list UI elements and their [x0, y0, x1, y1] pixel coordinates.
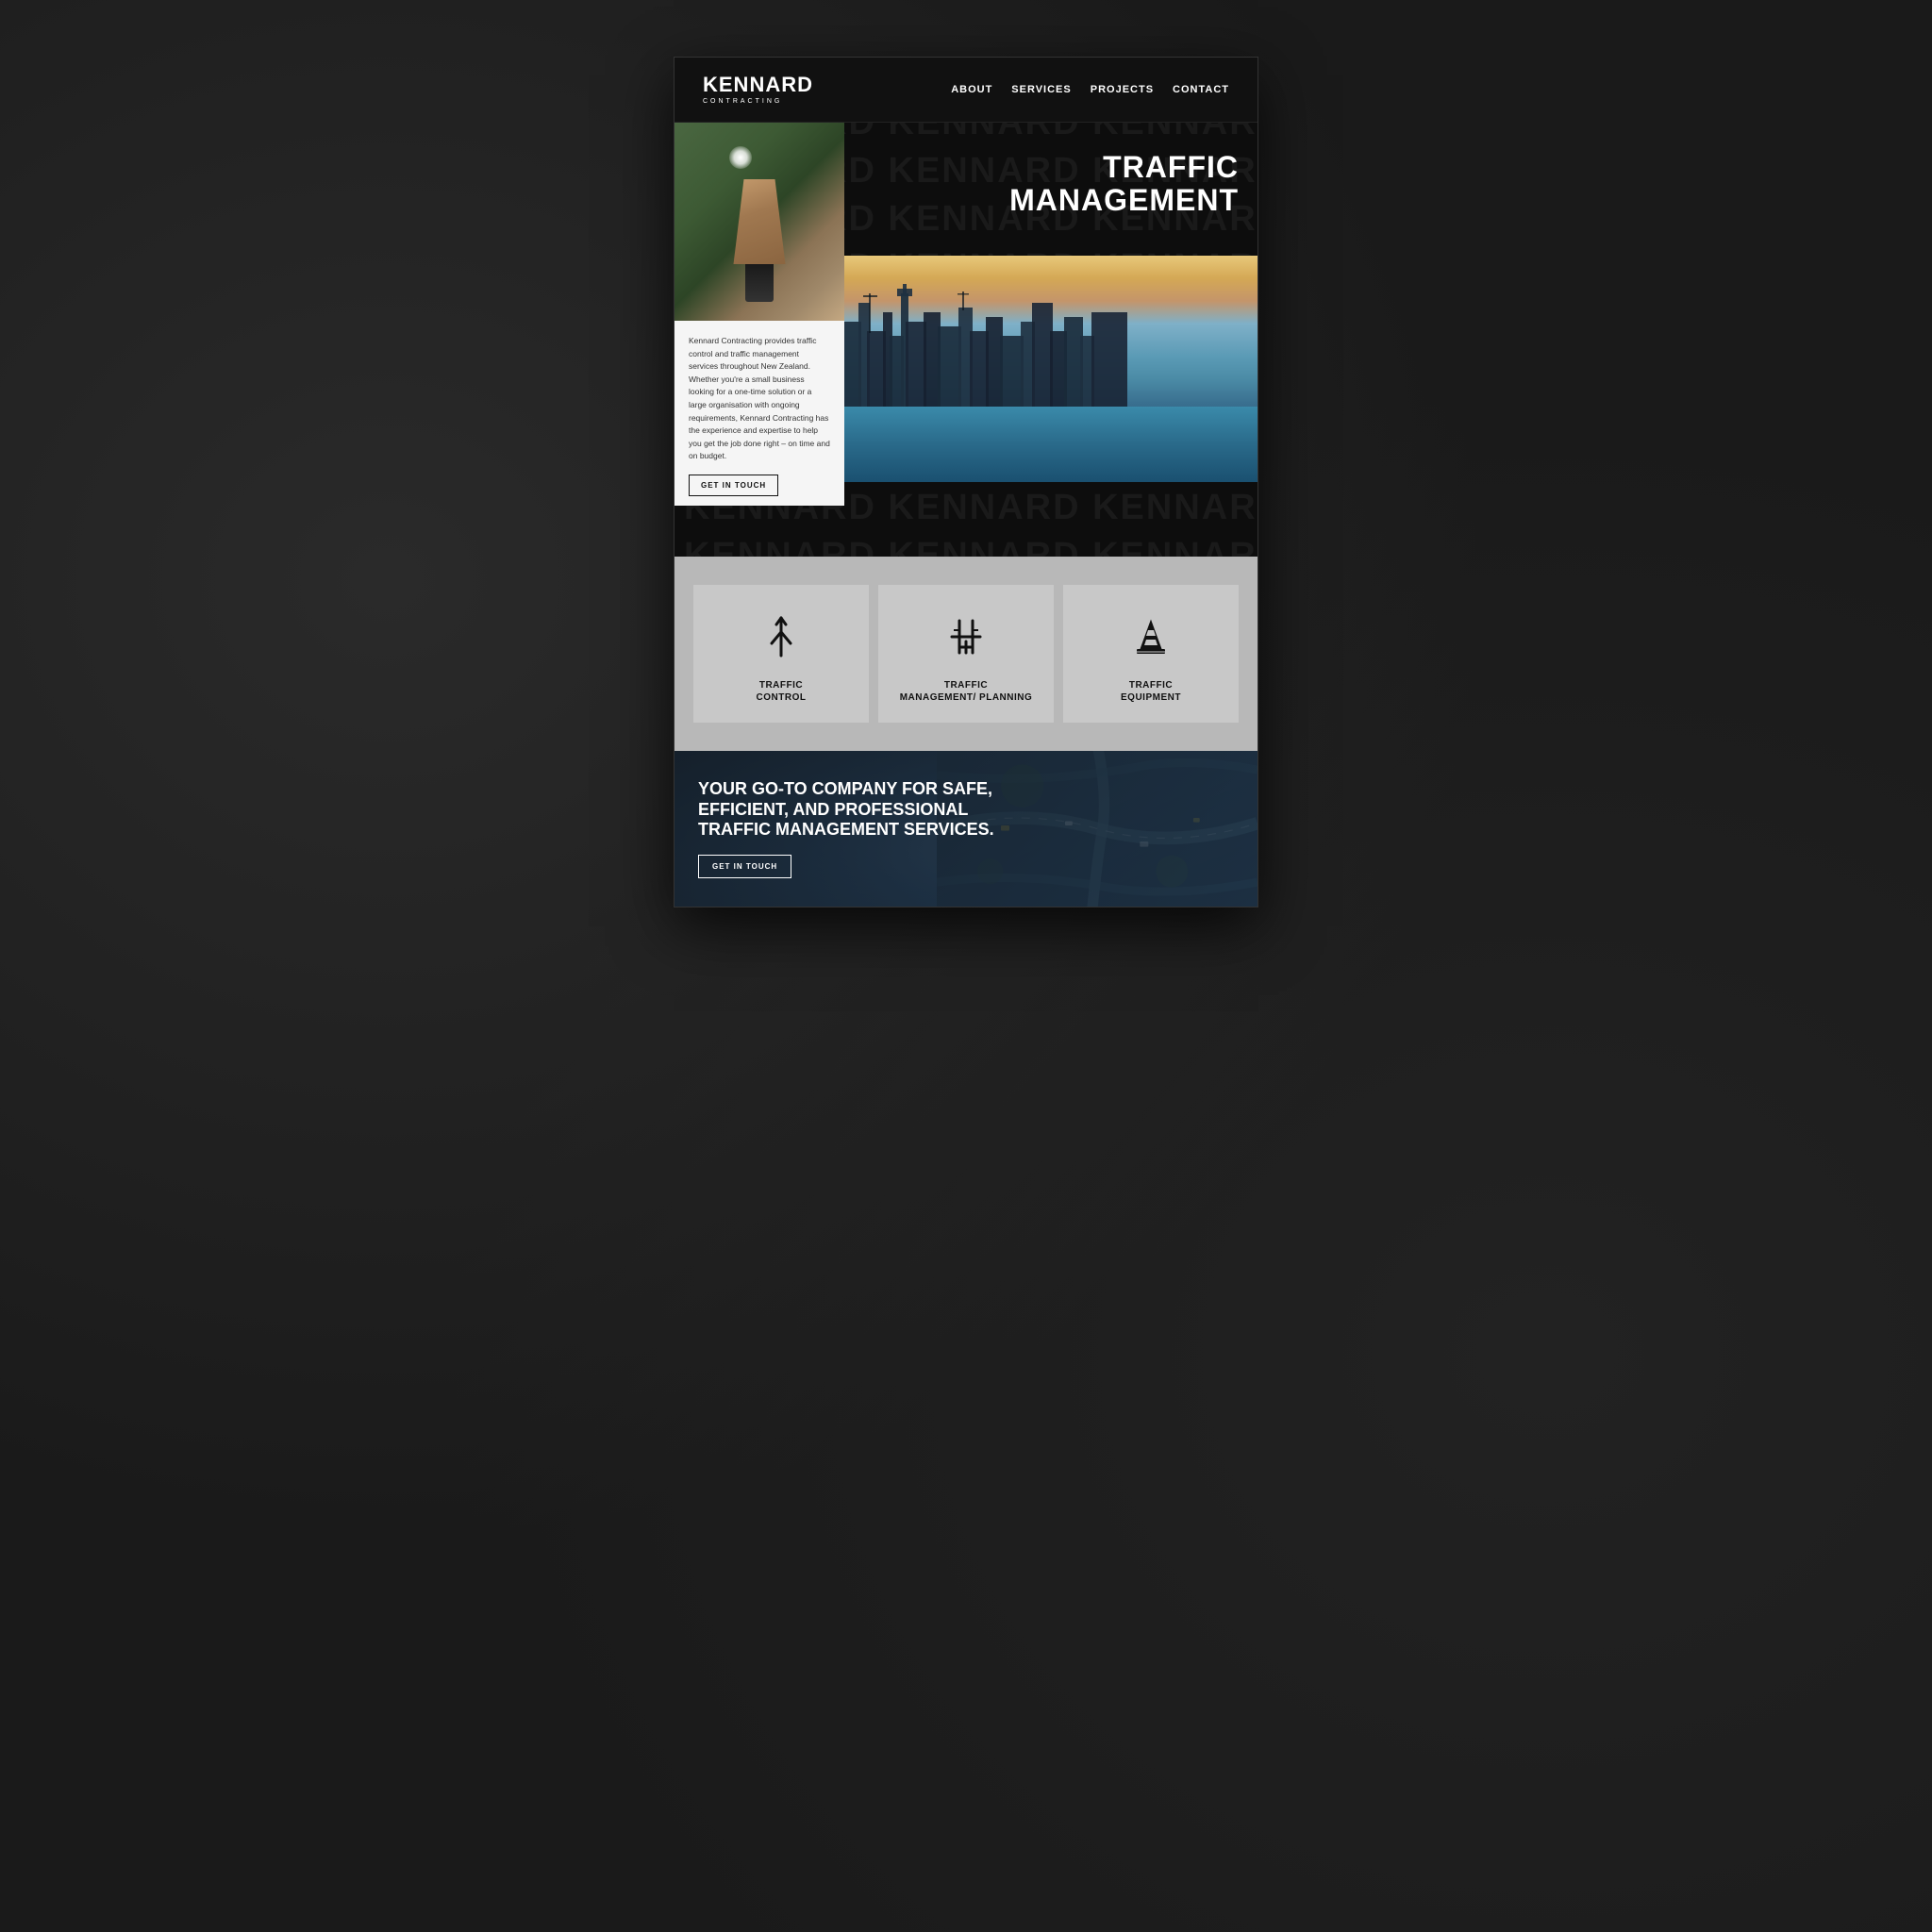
traffic-equipment-icon	[1127, 613, 1174, 665]
service-card-traffic-mgmt[interactable]: TRAFFIC MANAGEMENT/ PLANNING	[878, 585, 1054, 723]
hero-content: TRAFFIC MANAGEMENT Kennard Contracting p…	[675, 123, 1257, 506]
services-section: TRAFFIC CONTROL	[675, 557, 1257, 751]
hero-city-image	[844, 256, 1257, 482]
service-label-traffic-equipment: TRAFFIC EQUIPMENT	[1121, 679, 1181, 704]
hero-section: KENNARD KENNARD KENNARD KENNARD KENNARD …	[675, 123, 1257, 557]
service-label-traffic-mgmt: TRAFFIC MANAGEMENT/ PLANNING	[900, 679, 1033, 704]
get-in-touch-button-hero[interactable]: GET IN TOUCH	[689, 475, 778, 496]
hero-description: Kennard Contracting provides traffic con…	[689, 335, 830, 463]
hero-text-area: Kennard Contracting provides traffic con…	[675, 321, 844, 506]
hero-light-effect	[729, 146, 752, 169]
hero-hand-image	[675, 123, 844, 321]
traffic-mgmt-icon	[942, 613, 990, 665]
navigation: KENNARD CONTRACTING ABOUT SERVICES PROJE…	[675, 58, 1257, 123]
logo-sub: CONTRACTING	[703, 98, 813, 105]
nav-links: ABOUT SERVICES PROJECTS CONTACT	[951, 84, 1229, 95]
nav-services[interactable]: SERVICES	[1011, 84, 1071, 95]
nav-about[interactable]: ABOUT	[951, 84, 992, 95]
city-water	[844, 407, 1257, 482]
cta-section: YOUR GO-TO COMPANY FOR SAFE, EFFICIENT, …	[675, 751, 1257, 907]
hero-title: TRAFFIC MANAGEMENT	[863, 151, 1239, 217]
traffic-control-icon	[758, 613, 805, 665]
browser-frame: KENNARD CONTRACTING ABOUT SERVICES PROJE…	[674, 57, 1258, 908]
cta-content: YOUR GO-TO COMPANY FOR SAFE, EFFICIENT, …	[698, 779, 1234, 878]
service-card-traffic-equipment[interactable]: TRAFFIC EQUIPMENT	[1063, 585, 1239, 723]
city-skyline-svg	[844, 284, 1127, 407]
nav-projects[interactable]: PROJECTS	[1091, 84, 1154, 95]
logo[interactable]: KENNARD CONTRACTING	[703, 75, 813, 105]
services-grid: TRAFFIC CONTROL	[693, 585, 1239, 723]
hero-left-col: Kennard Contracting provides traffic con…	[675, 123, 844, 506]
cta-title: YOUR GO-TO COMPANY FOR SAFE, EFFICIENT, …	[698, 779, 1028, 841]
get-in-touch-button-cta[interactable]: GET IN TOUCH	[698, 855, 791, 878]
logo-name: KENNARD	[703, 75, 813, 95]
nav-contact[interactable]: CONTACT	[1173, 84, 1229, 95]
service-card-traffic-control[interactable]: TRAFFIC CONTROL	[693, 585, 869, 723]
hero-title-area: TRAFFIC MANAGEMENT	[844, 123, 1257, 256]
service-label-traffic-control: TRAFFIC CONTROL	[757, 679, 807, 704]
